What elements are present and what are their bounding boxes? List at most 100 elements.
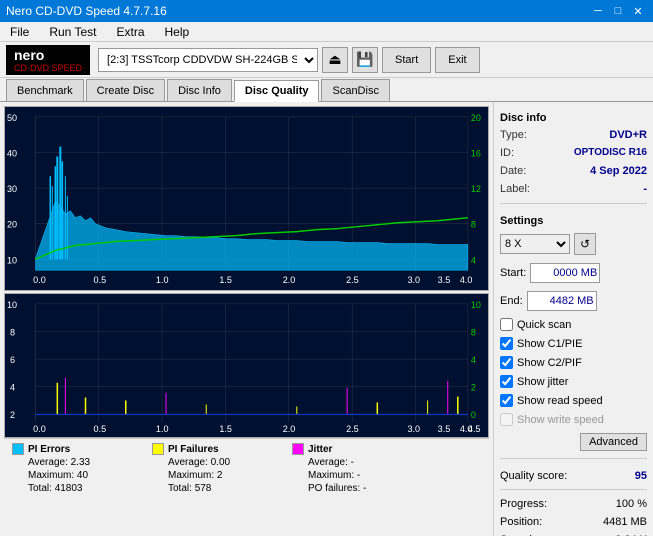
chart-bottom: 10 8 6 4 2 10 8 4 2 0 0.0 0.5 1.0 1.5 2.… — [4, 293, 489, 438]
show-c1pie-label: Show C1/PIE — [517, 338, 582, 350]
maximize-button[interactable]: □ — [609, 3, 627, 19]
type-label: Type: — [500, 129, 527, 141]
svg-text:3.5: 3.5 — [438, 275, 451, 285]
window-title: Nero CD-DVD Speed 4.7.7.16 — [6, 4, 167, 18]
right-panel: Disc info Type: DVD+R ID: OPTODISC R16 D… — [493, 102, 653, 536]
svg-text:0: 0 — [471, 410, 476, 420]
chart-top: 50 40 30 20 10 20 16 12 8 4 0.0 0.5 1.0 … — [4, 106, 489, 291]
svg-text:12: 12 — [471, 184, 481, 194]
tab-benchmark[interactable]: Benchmark — [6, 79, 84, 101]
end-label: End: — [500, 295, 523, 307]
disc-type-row: Type: DVD+R — [500, 128, 647, 142]
svg-text:4.5: 4.5 — [468, 424, 481, 434]
svg-text:10: 10 — [7, 255, 17, 265]
svg-text:16: 16 — [471, 149, 481, 159]
show-c2pif-checkbox[interactable] — [500, 356, 513, 369]
start-row: Start: — [500, 263, 647, 283]
legend-area: PI Errors Average: 2.33 Maximum: 40 Tota… — [4, 438, 489, 498]
jitter-average: Average: - — [292, 457, 412, 468]
svg-text:8: 8 — [471, 220, 476, 230]
legend-jitter: Jitter Average: - Maximum: - PO failures… — [292, 443, 412, 494]
start-button[interactable]: Start — [382, 47, 431, 73]
svg-text:2.0: 2.0 — [283, 424, 296, 434]
start-label: Start: — [500, 267, 526, 279]
close-button[interactable]: ✕ — [629, 3, 647, 19]
main-content: 50 40 30 20 10 20 16 12 8 4 0.0 0.5 1.0 … — [0, 102, 653, 536]
show-write-speed-checkbox — [500, 413, 513, 426]
quality-score-row: Quality score: 95 — [500, 470, 647, 482]
toolbar: nero CD·DVD SPEED [2:3] TSSTcorp CDDVDW … — [0, 42, 653, 78]
divider-3 — [500, 489, 647, 490]
svg-text:3.5: 3.5 — [438, 424, 451, 434]
po-failures: PO failures: - — [292, 483, 412, 494]
legend-pi-errors: PI Errors Average: 2.33 Maximum: 40 Tota… — [12, 443, 132, 494]
svg-text:0.0: 0.0 — [33, 275, 46, 285]
advanced-button[interactable]: Advanced — [580, 433, 647, 451]
progress-row: Progress: 100 % — [500, 498, 647, 510]
show-read-speed-label: Show read speed — [517, 395, 603, 407]
quick-scan-label: Quick scan — [517, 319, 571, 331]
disc-label-row: Label: - — [500, 182, 647, 196]
pi-failures-total: Total: 578 — [152, 483, 272, 494]
svg-text:0.5: 0.5 — [94, 275, 107, 285]
end-input[interactable] — [527, 291, 597, 311]
show-read-speed-row: Show read speed — [500, 394, 647, 407]
quick-scan-row: Quick scan — [500, 318, 647, 331]
pi-failures-color-box — [152, 443, 164, 455]
menu-file[interactable]: File — [4, 23, 35, 41]
show-read-speed-checkbox[interactable] — [500, 394, 513, 407]
svg-text:10: 10 — [7, 300, 17, 310]
svg-text:40: 40 — [7, 149, 17, 159]
save-button[interactable]: 💾 — [352, 47, 378, 73]
show-c1pie-checkbox[interactable] — [500, 337, 513, 350]
id-value: OPTODISC R16 — [574, 147, 647, 159]
tab-scandisc[interactable]: ScanDisc — [321, 79, 389, 101]
svg-text:4: 4 — [471, 255, 476, 265]
label-label: Label: — [500, 183, 530, 195]
show-jitter-label: Show jitter — [517, 376, 568, 388]
svg-text:8: 8 — [471, 328, 476, 338]
jitter-maximum: Maximum: - — [292, 470, 412, 481]
type-value: DVD+R — [609, 129, 647, 141]
logo-text: nero — [14, 47, 44, 63]
menu-extra[interactable]: Extra — [110, 23, 150, 41]
show-c2pif-label: Show C2/PIF — [517, 357, 582, 369]
show-c2pif-row: Show C2/PIF — [500, 356, 647, 369]
svg-text:0.5: 0.5 — [94, 424, 107, 434]
position-row: Position: 4481 MB — [500, 516, 647, 528]
menu-help[interactable]: Help — [159, 23, 196, 41]
quick-scan-checkbox[interactable] — [500, 318, 513, 331]
drive-select[interactable]: [2:3] TSSTcorp CDDVDW SH-224GB SB00 — [98, 48, 318, 72]
svg-text:6: 6 — [10, 355, 15, 365]
svg-text:1.5: 1.5 — [219, 275, 232, 285]
svg-text:4.0: 4.0 — [460, 275, 473, 285]
pi-failures-average: Average: 0.00 — [152, 457, 272, 468]
show-write-speed-label: Show write speed — [517, 414, 604, 426]
tab-disc-info[interactable]: Disc Info — [167, 79, 232, 101]
speed-select[interactable]: 8 X — [500, 234, 570, 254]
show-jitter-row: Show jitter — [500, 375, 647, 388]
logo: nero CD·DVD SPEED — [6, 45, 90, 75]
exit-button[interactable]: Exit — [435, 47, 479, 73]
id-label: ID: — [500, 147, 514, 159]
disc-date-row: Date: 4 Sep 2022 — [500, 164, 647, 178]
start-input[interactable] — [530, 263, 600, 283]
position-label: Position: — [500, 516, 542, 528]
divider-2 — [500, 458, 647, 459]
tab-disc-quality[interactable]: Disc Quality — [234, 80, 320, 102]
eject-button[interactable]: ⏏ — [322, 47, 348, 73]
show-c1pie-row: Show C1/PIE — [500, 337, 647, 350]
title-bar-controls: ─ □ ✕ — [589, 3, 647, 19]
refresh-button[interactable]: ↺ — [574, 233, 596, 255]
menu-run-test[interactable]: Run Test — [43, 23, 102, 41]
tabs-bar: Benchmark Create Disc Disc Info Disc Qua… — [0, 78, 653, 102]
svg-text:4: 4 — [10, 383, 15, 393]
legend-pi-failures: PI Failures Average: 0.00 Maximum: 2 Tot… — [152, 443, 272, 494]
show-jitter-checkbox[interactable] — [500, 375, 513, 388]
date-value: 4 Sep 2022 — [590, 165, 647, 177]
tab-create-disc[interactable]: Create Disc — [86, 79, 165, 101]
position-value: 4481 MB — [603, 516, 647, 528]
jitter-label: Jitter — [308, 444, 332, 455]
show-write-speed-row: Show write speed — [500, 413, 647, 426]
minimize-button[interactable]: ─ — [589, 3, 607, 19]
